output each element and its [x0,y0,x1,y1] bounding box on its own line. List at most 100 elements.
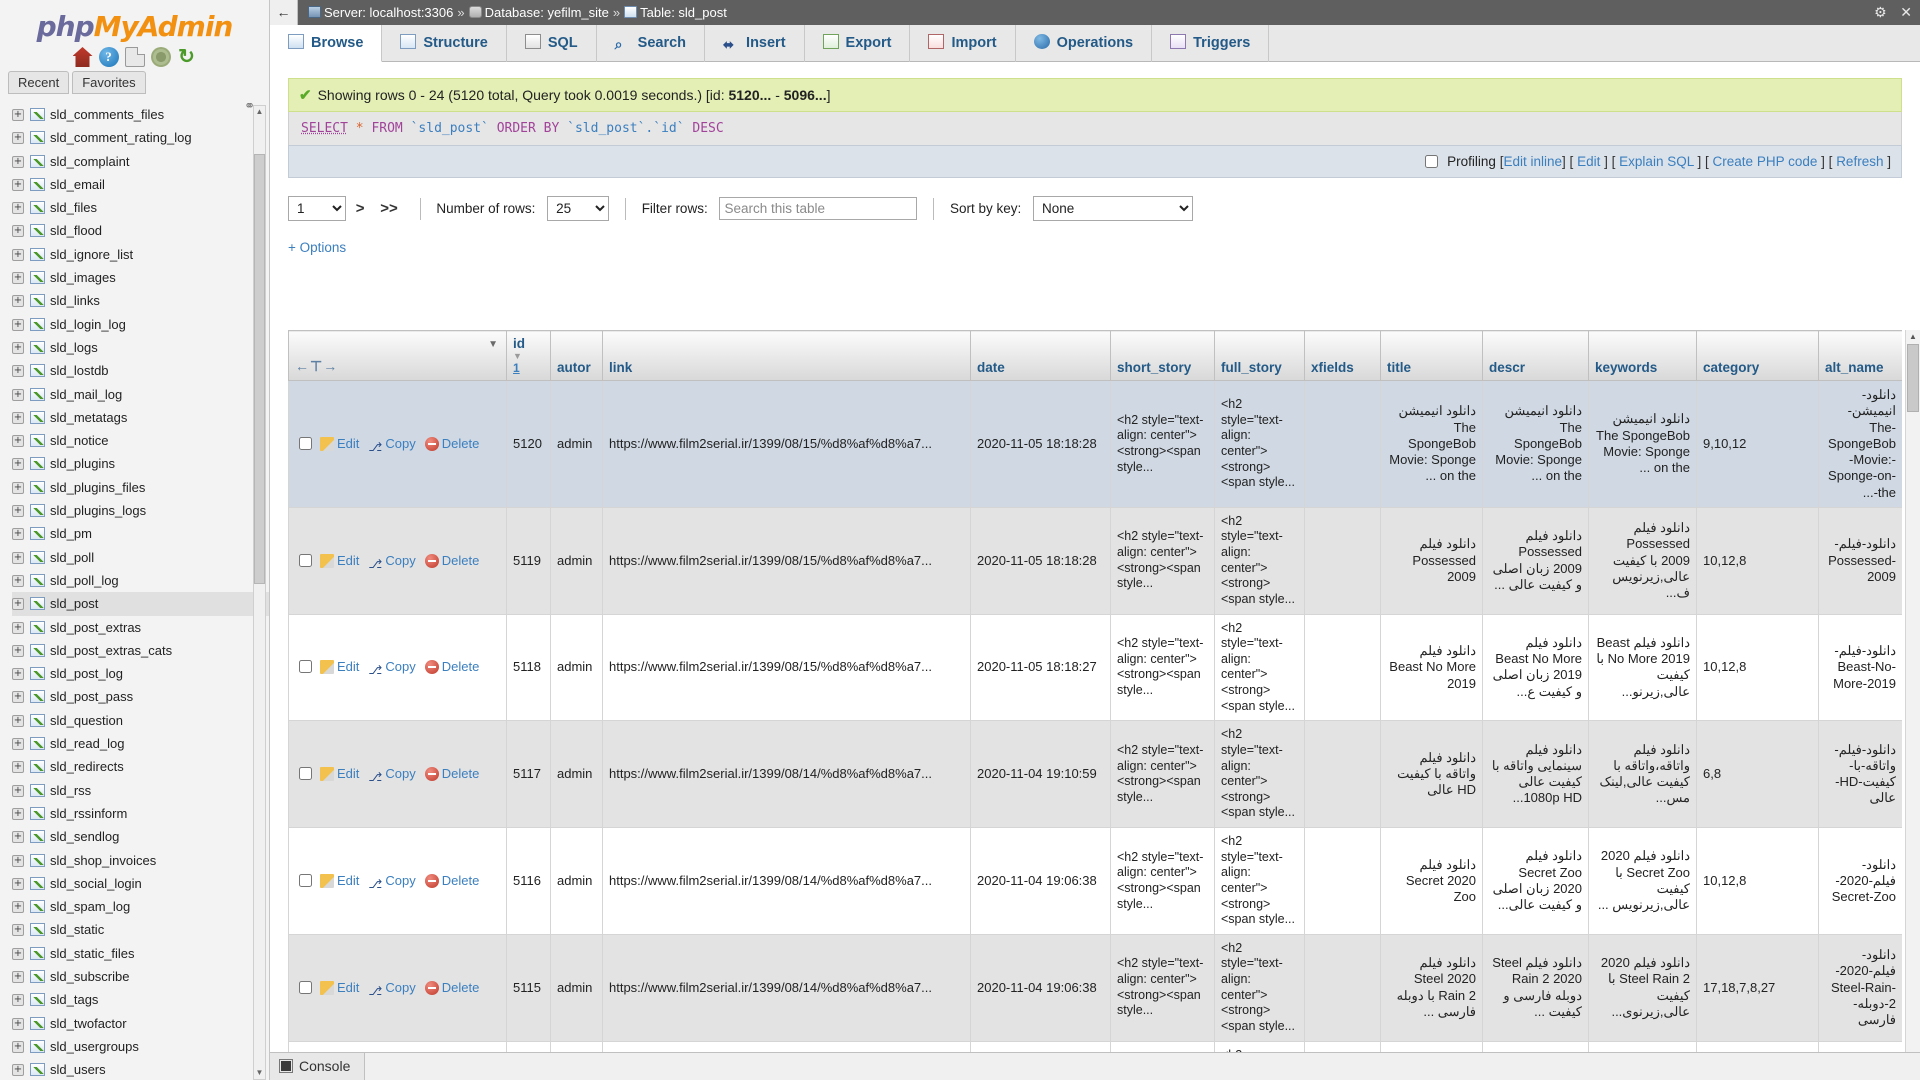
sidebar-item-sld_post_pass[interactable]: + sld_post_pass [12,685,269,708]
cell-id[interactable]: 5117 [506,720,551,828]
copy-row-link[interactable]: ⎇Copy [368,553,415,571]
tab-favorites[interactable]: Favorites [72,71,146,94]
sidebar-item-sld_redirects[interactable]: + sld_redirects [12,755,269,778]
cell-id[interactable]: 5116 [506,827,551,935]
cell-link[interactable]: https://www.film2serial.ir/1399/08/14/%d… [602,720,971,828]
expand-icon[interactable]: + [12,155,24,168]
expand-icon[interactable]: + [12,272,24,285]
sidebar-scroll-up-icon[interactable]: ▲ [254,106,265,118]
column-header-short-story[interactable]: short_story [1110,330,1215,381]
sidebar-item-sld_metatags[interactable]: + sld_metatags [12,406,269,429]
expand-icon[interactable]: + [12,668,24,681]
sidebar-item-sld_twofactor[interactable]: + sld_twofactor [12,1012,269,1035]
table-row[interactable]: Edit ⎇ Copy Delete 5115 admin https://www.film… [288,933,1902,1042]
tab-browse[interactable]: Browse [270,25,383,62]
cell-autor[interactable]: admin [550,613,603,722]
delete-row-link[interactable]: Delete [424,873,479,888]
sidebar-item-sld_comments_files[interactable]: + sld_comments_files [12,103,269,126]
cell-title[interactable]: دانلود فیلم 2020 Steel Rain 2 با دوبله ف… [1380,933,1483,1042]
cell-title[interactable]: دانلود فیلم واتاقه با کیفیت HD عالی [1380,720,1483,828]
cell-descr[interactable]: دانلود فیلم سینمایی واتاقه با کیفیت عالی… [1482,720,1589,828]
page-select[interactable]: 1 [288,196,346,221]
chevron-down-icon[interactable]: ▼ [488,339,498,350]
cell-descr[interactable]: دانلود فیلم Steel Rain 2 2020 دوبله فارس… [1482,933,1589,1042]
copy-row-link[interactable]: ⎇Copy [368,436,415,454]
cell-link[interactable]: https://www.film2serial.ir/1399/08/15/%d… [602,506,971,615]
expand-icon[interactable]: + [12,225,24,238]
delete-row-link[interactable]: Delete [424,659,479,675]
cell-descr[interactable]: دانلود فیلم Beast No More 2019 زبان اصلی… [1482,613,1589,722]
expand-icon[interactable]: + [12,738,24,751]
expand-icon[interactable]: + [12,831,24,844]
breadcrumb-database[interactable]: Database: yefilm_site [485,5,609,20]
cell-link[interactable]: https://www.film2serial.ir/1399/08/14/%d… [602,827,971,935]
edit-inline-link[interactable]: Edit inline [1503,154,1562,169]
cell-keywords[interactable]: دانلود فیلم 2020 Steel Rain 2 با کیفیت ع… [1588,933,1697,1042]
cell-short-story[interactable]: <h2 style="text-align: center"><strong><… [1110,720,1215,828]
sort-order-number[interactable]: 1 [513,361,544,375]
sidebar-item-sld_tags[interactable]: + sld_tags [12,988,269,1011]
sidebar-item-sld_static[interactable]: + sld_static [12,918,269,941]
cell-date[interactable]: 2020-11-04 19:06:38 [970,827,1111,935]
cell-xfields[interactable] [1304,613,1381,722]
column-header-link[interactable]: link [602,330,971,381]
tab-operations[interactable]: Operations [1016,25,1153,62]
cell-keywords[interactable]: دانلود فیلم Beast No More 2019 با کیفیت … [1588,613,1697,722]
cell-id[interactable]: 5119 [506,506,551,615]
expand-icon[interactable]: + [12,598,24,611]
cell-id[interactable]: 5120 [506,380,551,508]
close-icon[interactable]: ✕ [1900,4,1912,20]
expand-icon[interactable]: + [12,1017,24,1030]
sidebar-item-sld_rssinform[interactable]: + sld_rssinform [12,802,269,825]
cell-alt-name[interactable]: دانلود-فیلم-Possessed-2009 [1818,506,1902,615]
help-icon[interactable]: ? [98,47,119,67]
cell-category[interactable]: 10,12,8 [1696,506,1819,615]
cell-autor[interactable]: admin [550,933,603,1042]
tab-structure[interactable]: Structure [382,25,507,62]
column-header-descr[interactable]: descr [1482,330,1589,381]
expand-icon[interactable]: + [12,202,24,215]
cell-title[interactable]: دانلود انیمیشن The SpongeBob Movie: Spon… [1380,380,1483,508]
sql-query-display[interactable]: SELECT * FROM `sld_post` ORDER BY `sld_p… [288,112,1902,145]
cell-autor[interactable]: admin [550,380,603,508]
phpmyadmin-logo[interactable]: phpMyAdmin [0,0,269,45]
delete-row-link[interactable]: Delete [424,436,479,451]
sidebar-item-sld_plugins_logs[interactable]: + sld_plugins_logs [12,499,269,522]
expand-icon[interactable]: + [12,248,24,261]
sidebar-item-sld_plugins[interactable]: + sld_plugins [12,452,269,475]
edit-row-link[interactable]: Edit [320,766,359,782]
cell-category[interactable]: 6,8 [1696,720,1819,828]
table-row[interactable]: Edit ⎇ Copy Delete 5117 admin https://www.film… [288,720,1902,828]
results-scroll-thumb[interactable] [1907,344,1919,412]
expand-icon[interactable]: + [12,574,24,587]
expand-icon[interactable]: + [12,388,24,401]
expand-icon[interactable]: + [12,435,24,448]
row-checkbox[interactable] [299,980,312,994]
sort-descending-icon[interactable]: ▼ [513,351,544,361]
direction-marks[interactable]: ←⊤→ [295,358,338,374]
expand-icon[interactable]: + [12,691,24,704]
profiling-checkbox[interactable] [1425,155,1439,168]
options-toggle[interactable]: + Options [288,240,1920,255]
expand-icon[interactable]: + [12,1064,24,1077]
copy-row-link[interactable]: ⎇Copy [368,873,415,891]
edit-row-link[interactable]: Edit [320,553,359,568]
tab-recent[interactable]: Recent [8,71,70,94]
cell-xfields[interactable] [1304,933,1381,1042]
cell-descr[interactable]: دانلود انیمیشن The SpongeBob Movie: Spon… [1482,380,1589,508]
cell-date[interactable]: 2020-11-05 18:18:27 [970,613,1111,722]
cell-link[interactable]: https://www.film2serial.ir/1399/08/15/%d… [602,613,971,722]
cell-autor[interactable]: admin [550,720,603,828]
row-checkbox[interactable] [299,767,312,781]
cell-autor[interactable]: admin [550,827,603,935]
expand-icon[interactable]: + [12,970,24,983]
row-checkbox[interactable] [299,873,312,887]
cell-short-story[interactable]: <h2 style="text-align: center"><strong><… [1110,380,1215,508]
cell-descr[interactable]: دانلود فیلم Secret Zoo 2020 زبان اصلی و … [1482,827,1589,935]
cell-category[interactable]: 9,10,12 [1696,380,1819,508]
sidebar-item-sld_sendlog[interactable]: + sld_sendlog [12,825,269,848]
cell-short-story[interactable]: <h2 style="text-align: center"><strong><… [1110,933,1215,1042]
cell-xfields[interactable] [1304,380,1381,508]
expand-icon[interactable]: + [12,854,24,867]
expand-icon[interactable]: + [12,295,24,308]
